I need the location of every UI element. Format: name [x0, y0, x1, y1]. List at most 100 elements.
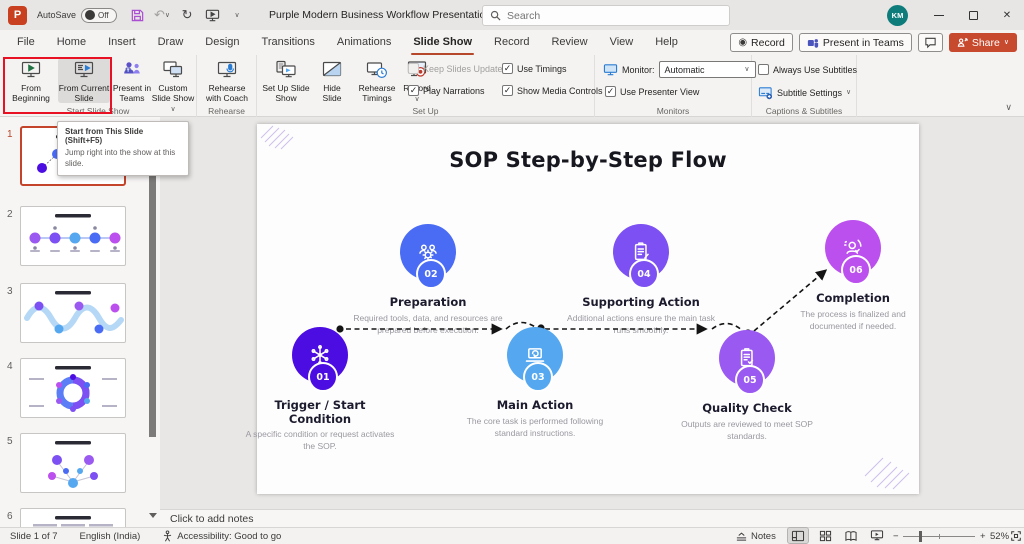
subtitle-settings-button[interactable]: Subtitle Settings ∨ — [758, 85, 851, 100]
from-beginning-button[interactable]: From Beginning — [6, 58, 56, 103]
present-in-teams-ribbon-button[interactable]: Present in Teams — [112, 58, 152, 103]
autosave-toggle[interactable]: AutoSave Off — [37, 7, 118, 23]
tab-home[interactable]: Home — [46, 30, 97, 55]
step-description: Outputs are reviewed to meet SOP standar… — [681, 419, 813, 441]
search-input[interactable] — [507, 9, 707, 22]
checkbox-icon: ✓ — [502, 85, 513, 96]
slide-thumbnail-2[interactable] — [20, 206, 126, 266]
thumbnail-number: 6 — [7, 511, 13, 522]
rehearse-timings-icon — [365, 58, 389, 82]
notes-placeholder: Click to add notes — [170, 512, 254, 525]
close-button[interactable]: ✕ — [990, 0, 1024, 30]
step-description: The process is finalized and documented … — [800, 309, 906, 331]
checkbox-show-media-controls[interactable]: ✓ Show Media Controls — [502, 85, 603, 96]
save-icon[interactable] — [129, 7, 145, 23]
autosave-label: AutoSave — [37, 10, 77, 20]
checkbox-play-narrations[interactable]: ✓ Play Narrations — [408, 85, 485, 96]
maximize-button[interactable] — [956, 0, 990, 30]
group-label-monitors: Monitors — [656, 106, 690, 116]
tab-slide-show[interactable]: Slide Show — [402, 30, 483, 55]
zoom-out-button[interactable]: − — [893, 528, 899, 544]
notes-pane[interactable]: Click to add notes — [160, 509, 1024, 527]
tab-transitions[interactable]: Transitions — [251, 30, 326, 55]
scroll-down-arrow-icon[interactable] — [149, 513, 157, 518]
rehearse-with-coach-icon — [215, 58, 239, 82]
from-current-slide-button[interactable]: From Current Slide — [58, 58, 110, 104]
checkbox-icon: ✓ — [605, 86, 616, 97]
notes-toggle-button[interactable]: Notes — [735, 528, 776, 544]
powerpoint-window: P AutoSave Off ↶ ∨ ↻ ∨ Purple Modern Busi… — [0, 0, 1024, 544]
zoom-slider[interactable] — [903, 528, 975, 544]
slide-thumbnail-5[interactable] — [20, 433, 126, 493]
thumbnail-number: 2 — [7, 209, 13, 220]
zoom-slider-thumb[interactable] — [919, 530, 922, 542]
step-number-badge: 02 — [416, 259, 446, 289]
reading-view-button[interactable] — [841, 528, 861, 543]
zoom-in-button[interactable]: + — [980, 528, 986, 544]
top-right-actions: ◉ Record Present in Teams Share ∨ — [730, 33, 1017, 52]
thumbnail-number: 3 — [7, 286, 13, 297]
comments-button[interactable] — [917, 33, 943, 52]
collapse-ribbon-icon[interactable]: ∨ — [1005, 102, 1012, 113]
slideshow-qat-icon[interactable] — [204, 7, 220, 23]
record-button[interactable]: ◉ Record — [730, 33, 793, 52]
tab-help[interactable]: Help — [644, 30, 689, 55]
powerpoint-logo-icon[interactable]: P — [8, 5, 27, 25]
rehearse-with-coach-button[interactable]: Rehearse with Coach — [200, 58, 254, 103]
autosave-switch[interactable]: Off — [81, 7, 118, 23]
tab-animations[interactable]: Animations — [326, 30, 402, 55]
slide-show-view-button[interactable] — [867, 528, 887, 543]
toggle-knob-icon — [85, 10, 96, 20]
tab-view[interactable]: View — [599, 30, 645, 55]
slide-canvas[interactable]: SOP Step-by-Step Flow 01 Trigger / Start … — [246, 124, 919, 494]
thumbnail-scrollbar[interactable] — [149, 160, 156, 437]
search-box[interactable] — [482, 5, 730, 26]
minimize-button[interactable] — [922, 0, 956, 30]
thumbnail-number: 4 — [7, 361, 13, 372]
checkbox-use-presenter-view[interactable]: ✓ Use Presenter View — [605, 86, 699, 97]
normal-view-button[interactable] — [787, 527, 809, 544]
tab-record[interactable]: Record — [483, 30, 540, 55]
tooltip-start-from-this-slide: Start from This Slide (Shift+F5) Jump ri… — [57, 121, 189, 176]
checkbox-always-use-subtitles[interactable]: Always Use Subtitles — [758, 64, 857, 75]
step-description: Required tools, data, and resources are … — [353, 313, 503, 335]
hide-slide-button[interactable]: Hide Slide — [313, 58, 351, 103]
tab-file[interactable]: File — [6, 30, 46, 55]
tab-design[interactable]: Design — [194, 30, 250, 55]
slide-number-indicator[interactable]: Slide 1 of 7 — [10, 531, 58, 542]
redo-icon[interactable]: ↻ — [179, 7, 195, 23]
slide-thumbnail-4[interactable] — [20, 358, 126, 418]
slide-thumbnail-3[interactable] — [20, 283, 126, 343]
group-rehearse: Rehearse with Coach Rehearse — [197, 55, 257, 117]
slide-sorter-view-button[interactable] — [815, 528, 835, 543]
rehearse-timings-button[interactable]: Rehearse Timings — [355, 58, 399, 103]
monitor-dropdown[interactable]: Automatic ∨ — [658, 61, 756, 78]
set-up-slide-show-icon — [274, 58, 298, 82]
zoom-percentage[interactable]: 52% — [990, 528, 1009, 544]
set-up-slide-show-button[interactable]: Set Up Slide Show — [261, 58, 311, 103]
step-description: Additional actions ensure the main task … — [567, 313, 715, 335]
tab-review[interactable]: Review — [540, 30, 598, 55]
step-number-badge: 05 — [735, 365, 765, 395]
slide-thumbnail-panel: 1 2 3 4 5 6 — [0, 117, 160, 527]
chevron-down-icon: ∨ — [744, 66, 750, 73]
language-indicator[interactable]: English (India) — [80, 531, 141, 542]
user-avatar[interactable]: KM — [887, 4, 908, 26]
comment-icon — [924, 36, 937, 49]
checkbox-keep-slides-updated[interactable]: Keep Slides Updated — [408, 63, 508, 74]
from-beginning-icon — [19, 58, 43, 82]
accessibility-status[interactable]: Accessibility: Good to go — [162, 529, 281, 543]
tab-draw[interactable]: Draw — [147, 30, 195, 55]
slide-thumbnail-6[interactable] — [20, 508, 126, 527]
checkbox-use-timings[interactable]: ✓ Use Timings — [502, 63, 567, 74]
share-button[interactable]: Share ∨ — [948, 33, 1017, 52]
fit-slide-button[interactable] — [1010, 528, 1022, 544]
undo-icon[interactable]: ↶ ∨ — [154, 7, 170, 23]
present-in-teams-button[interactable]: Present in Teams — [798, 33, 912, 52]
tab-insert[interactable]: Insert — [97, 30, 147, 55]
step-title-preparation: Preparation — [389, 295, 467, 309]
group-captions: Subtitle Settings ∨ Captions & Subtitles… — [752, 55, 857, 117]
search-icon — [490, 10, 501, 21]
checkbox-icon: ✓ — [408, 85, 419, 96]
customize-toolbar-icon[interactable]: ∨ — [229, 7, 245, 23]
